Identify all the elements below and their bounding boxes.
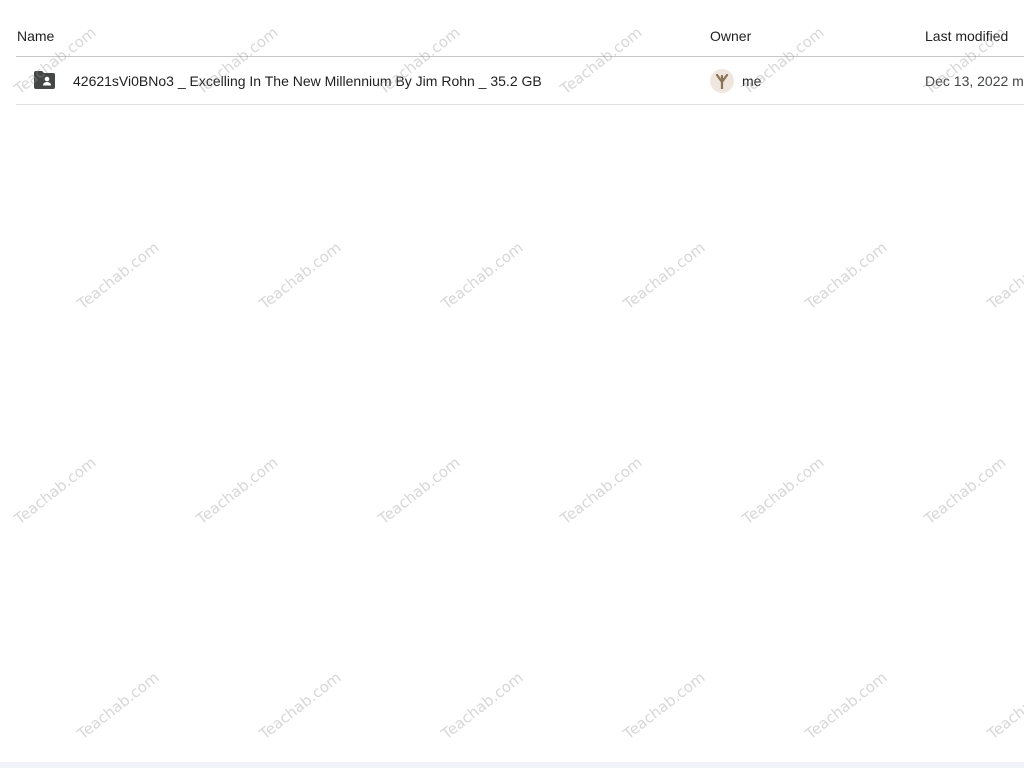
watermark-text: Teachab.com: [255, 668, 345, 743]
column-header-owner[interactable]: Owner: [710, 28, 751, 44]
watermark-text: Teachab.com: [801, 668, 891, 743]
file-list-header: Name Owner Last modified: [16, 16, 1024, 57]
owner-cell: me: [710, 69, 761, 93]
file-list: Name Owner Last modified 42621sVi0BNo3 _…: [16, 16, 1024, 105]
watermark-text: Teachab.com: [619, 668, 709, 743]
file-row[interactable]: 42621sVi0BNo3 _ Excelling In The New Mil…: [16, 57, 1024, 105]
watermark-layer: Teachab.com Teachab.com Teachab.com Teac…: [0, 0, 1024, 768]
file-name[interactable]: 42621sVi0BNo3 _ Excelling In The New Mil…: [73, 73, 542, 89]
watermark-text: Teachab.com: [556, 453, 646, 528]
watermark-text: Teachab.com: [920, 453, 1010, 528]
watermark-text: Teachab.com: [255, 238, 345, 313]
drive-file-list-page: Name Owner Last modified 42621sVi0BNo3 _…: [0, 0, 1024, 768]
last-modified-cell: Dec 13, 2022 me: [925, 73, 1024, 89]
watermark-text: Teachab.com: [73, 238, 163, 313]
shared-folder-icon: [34, 71, 55, 89]
avatar: [710, 69, 734, 93]
column-header-name[interactable]: Name: [17, 28, 54, 44]
user-avatar-icon: [715, 73, 729, 89]
watermark-text: Teachab.com: [73, 668, 163, 743]
watermark-text: Teachab.com: [619, 238, 709, 313]
watermark-text: Teachab.com: [437, 668, 527, 743]
watermark-text: Teachab.com: [983, 238, 1024, 313]
watermark-text: Teachab.com: [374, 453, 464, 528]
watermark-text: Teachab.com: [10, 453, 100, 528]
watermark-text: Teachab.com: [437, 238, 527, 313]
owner-label: me: [742, 73, 762, 89]
watermark-text: Teachab.com: [192, 453, 282, 528]
watermark-text: Teachab.com: [738, 453, 828, 528]
watermark-text: Teachab.com: [983, 668, 1024, 743]
watermark-text: Teachab.com: [801, 238, 891, 313]
bottom-bar: [0, 762, 1024, 768]
column-header-last-modified[interactable]: Last modified: [925, 28, 1008, 44]
